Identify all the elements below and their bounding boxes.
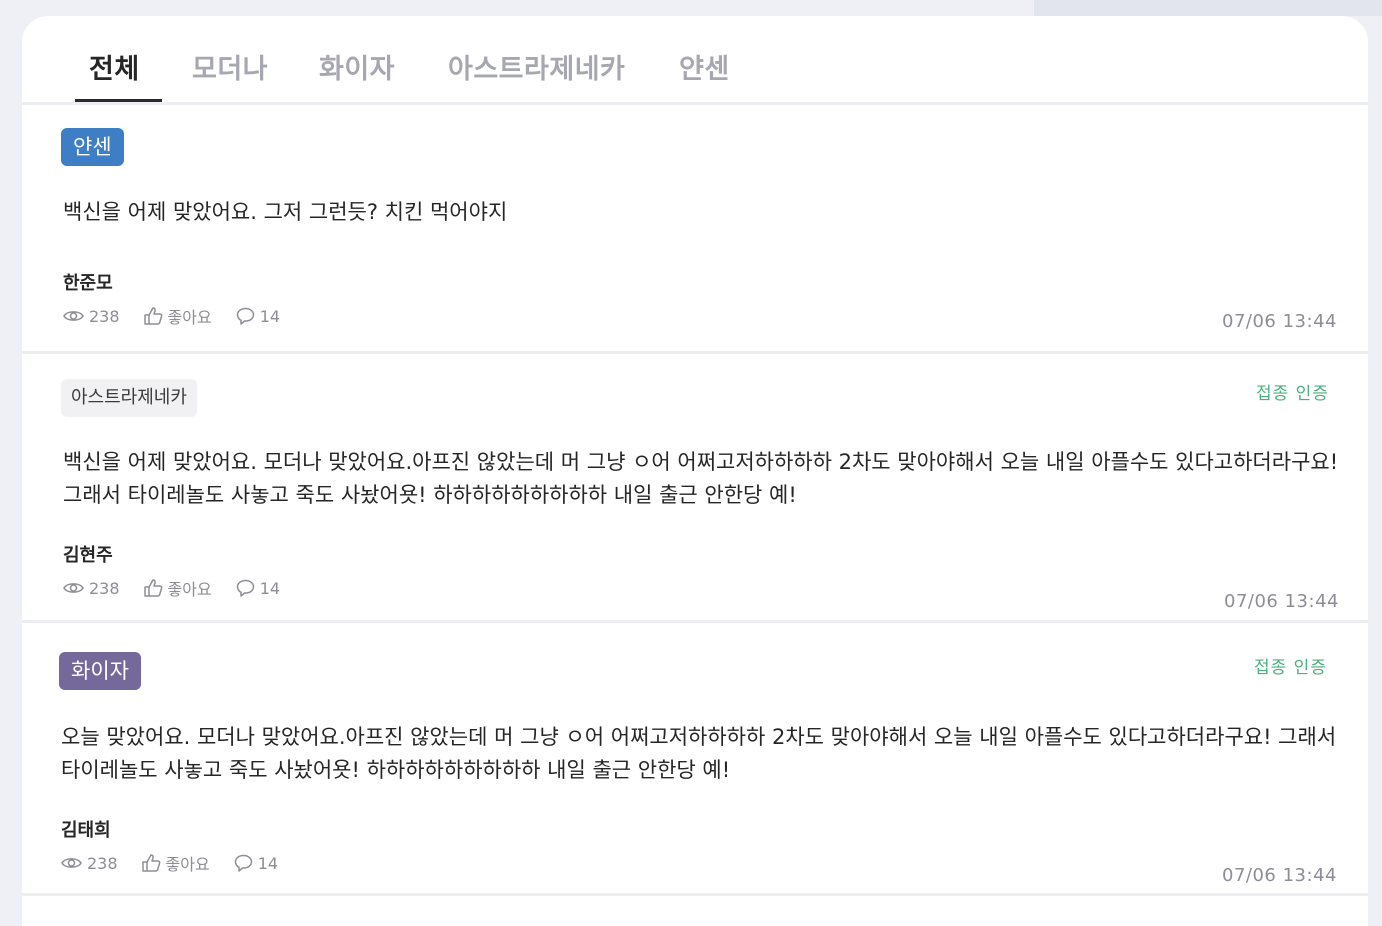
view-count: 238 [61, 854, 118, 873]
eye-icon [61, 858, 82, 868]
comment-count[interactable]: 14 [236, 579, 280, 598]
like-label: 좋아요 [167, 308, 212, 327]
post-author: 김현주 [63, 545, 113, 566]
vaccination-certified-label: 접종 인증 [1256, 384, 1329, 404]
comment-count-value: 14 [259, 578, 281, 598]
thumbs-up-icon [143, 307, 162, 325]
comment-count[interactable]: 14 [234, 854, 278, 873]
vaccine-tag-badge: 화이자 [59, 652, 141, 690]
like-label: 좋아요 [167, 580, 212, 599]
post-body: 오늘 맞았어요. 모더나 맞았어요.아프진 않았는데 머 그냥 ㅇ어 어쩌고저하… [61, 725, 1337, 782]
post-timestamp: 07/06 13:44 [1222, 865, 1337, 886]
background-accent [1034, 0, 1382, 16]
tab-pfizer[interactable]: 화이자 [319, 47, 395, 86]
vaccine-tag-badge: 아스트라제네카 [61, 379, 197, 417]
comment-count[interactable]: 14 [236, 307, 280, 326]
like-button[interactable]: 좋아요 [143, 576, 212, 600]
tab-astrazeneca[interactable]: 아스트라제네카 [448, 47, 625, 86]
post-timestamp: 07/06 13:44 [1222, 311, 1337, 332]
post-item[interactable]: 아스트라제네카 접종 인증 백신을 어제 맞았어요. 모더나 맞았어요.아프진 … [22, 354, 1368, 620]
comment-icon [234, 854, 252, 872]
comment-count-value: 14 [257, 853, 279, 873]
post-divider [22, 893, 1368, 896]
view-count: 238 [63, 307, 120, 326]
view-count-value: 238 [89, 306, 120, 326]
feed-card: 전체 모더나 화이자 아스트라제네카 얀센 얀센 백신을 어제 맞았어요. 그저… [22, 16, 1368, 926]
post-author: 김태희 [61, 820, 111, 841]
comment-icon [236, 307, 254, 325]
tab-janssen[interactable]: 얀센 [679, 47, 730, 86]
tab-moderna[interactable]: 모더나 [192, 47, 268, 86]
vaccination-certified-label: 접종 인증 [1254, 658, 1327, 678]
like-button[interactable]: 좋아요 [143, 304, 212, 328]
tab-all[interactable]: 전체 [89, 47, 140, 86]
like-label: 좋아요 [165, 855, 210, 874]
post-item[interactable]: 얀센 백신을 어제 맞았어요. 그저 그런듯? 치킨 먹어야지 한준모 238 … [22, 105, 1368, 351]
eye-icon [63, 311, 84, 321]
post-meta: 238 좋아요 14 [61, 851, 302, 875]
eye-icon [63, 583, 84, 593]
post-item[interactable]: 화이자 접종 인증 오늘 맞았어요. 모더나 맞았어요.아프진 않았는데 머 그… [22, 623, 1368, 893]
comment-count-value: 14 [259, 306, 281, 326]
tab-bar: 전체 모더나 화이자 아스트라제네카 얀센 [22, 16, 1368, 105]
view-count: 238 [63, 579, 120, 598]
comment-icon [236, 579, 254, 597]
view-count-value: 238 [89, 578, 120, 598]
post-body: 백신을 어제 맞았어요. 그저 그런듯? 치킨 먹어야지 [63, 200, 508, 224]
like-button[interactable]: 좋아요 [141, 851, 210, 875]
post-timestamp: 07/06 13:44 [1224, 591, 1339, 612]
active-tab-indicator [75, 99, 162, 102]
post-body: 백신을 어제 맞았어요. 모더나 맞았어요.아프진 않았는데 머 그냥 ㅇ어 어… [63, 450, 1339, 507]
vaccine-tag-badge: 얀센 [61, 128, 124, 166]
post-author: 한준모 [63, 273, 113, 294]
post-meta: 238 좋아요 14 [63, 576, 304, 600]
thumbs-up-icon [141, 854, 160, 872]
post-meta: 238 좋아요 14 [63, 304, 304, 328]
view-count-value: 238 [87, 853, 118, 873]
thumbs-up-icon [143, 579, 162, 597]
